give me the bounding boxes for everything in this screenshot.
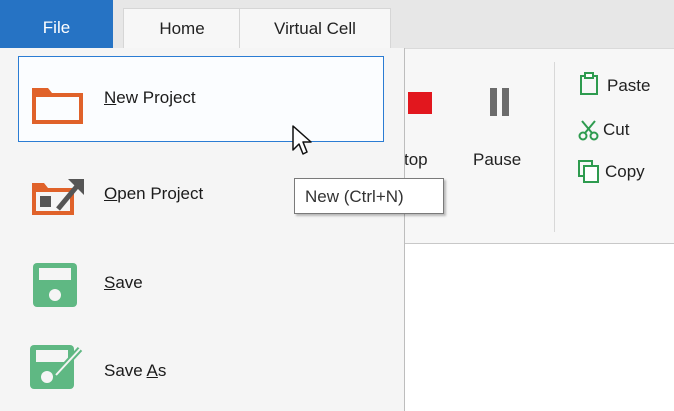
- menu-item-new-project[interactable]: New Project: [0, 56, 404, 142]
- mnemonic-a: A: [146, 361, 158, 380]
- copy-button[interactable]: Copy: [605, 162, 645, 182]
- pause-icon[interactable]: [488, 82, 512, 122]
- tab-file[interactable]: File: [0, 0, 113, 48]
- file-menu: New Project Open Project Save Save As: [0, 48, 405, 411]
- tooltip: New (Ctrl+N): [294, 178, 444, 214]
- cut-button[interactable]: Cut: [603, 120, 629, 140]
- folder-icon: [32, 88, 83, 124]
- menu-item-save[interactable]: Save: [0, 241, 404, 327]
- ribbon-group-separator: [554, 62, 555, 232]
- mnemonic-n: N: [104, 88, 117, 107]
- save-as-label-suffix: s: [157, 361, 167, 380]
- new-project-label: ew Project: [116, 88, 196, 107]
- floppy-disk-pencil-icon: [30, 345, 83, 389]
- mnemonic-o: O: [104, 184, 118, 203]
- paste-button[interactable]: Paste: [607, 76, 650, 96]
- tab-virtual-cell[interactable]: Virtual Cell: [239, 8, 391, 49]
- floppy-disk-icon: [33, 263, 77, 307]
- mnemonic-s: S: [104, 273, 116, 292]
- save-as-label-prefix: Save: [104, 361, 147, 380]
- mouse-pointer-icon: [292, 125, 312, 155]
- scissors-icon[interactable]: [578, 118, 600, 142]
- menu-item-save-as[interactable]: Save As: [0, 325, 404, 411]
- stop-icon[interactable]: [408, 92, 432, 114]
- tab-home[interactable]: Home: [123, 8, 241, 49]
- clipboard-icon[interactable]: [578, 72, 600, 96]
- save-label: ave: [115, 273, 143, 292]
- open-folder-icon: [32, 179, 84, 215]
- copy-icon[interactable]: [578, 160, 600, 184]
- open-project-label: pen Project: [117, 184, 204, 203]
- pause-button-label[interactable]: Pause: [473, 150, 521, 170]
- stop-button-label[interactable]: top: [404, 150, 428, 170]
